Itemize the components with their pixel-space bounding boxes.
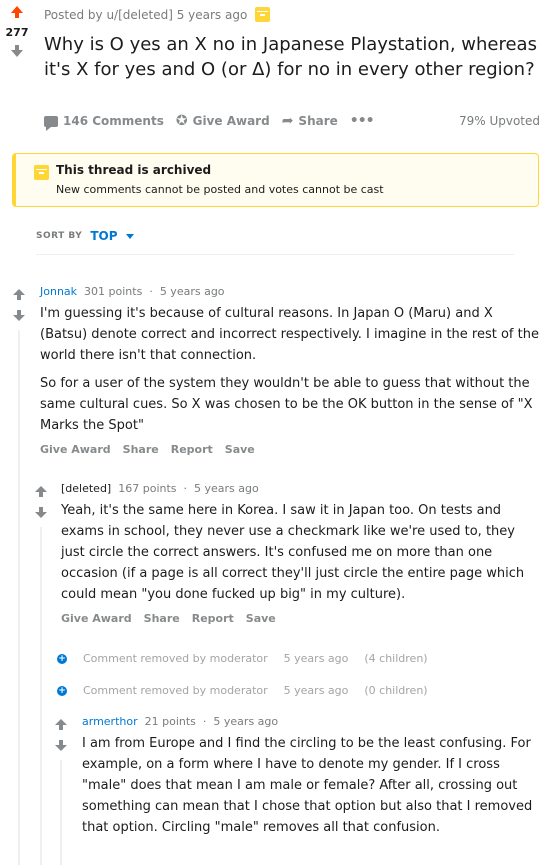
- comment-time[interactable]: 5 years ago: [194, 482, 259, 495]
- comment-body: I am from Europe and I find the circling…: [82, 733, 534, 838]
- comments-button[interactable]: 146 Comments: [44, 114, 164, 131]
- comment-vote-column: [12, 289, 26, 321]
- removed-time: 5 years ago: [283, 652, 349, 665]
- comment-author: [deleted]: [61, 482, 112, 495]
- comment-meta: Jonnak 301 points · 5 years ago: [40, 285, 225, 298]
- give-award-button[interactable]: ✪ Give Award: [176, 114, 270, 128]
- comment-icon: [44, 115, 58, 131]
- save-button[interactable]: Save: [246, 612, 276, 625]
- removed-text: Comment removed by moderator: [83, 684, 268, 697]
- divider: [36, 254, 514, 255]
- more-icon: •••: [349, 113, 375, 129]
- comment-meta: armerthor 21 points · 5 years ago: [82, 715, 278, 728]
- comment-author[interactable]: Jonnak: [40, 285, 77, 298]
- share-icon: ➦: [281, 113, 294, 129]
- upvote-arrow-stem[interactable]: [59, 725, 63, 730]
- give-award-label: Give Award: [192, 114, 270, 128]
- report-button[interactable]: Report: [171, 443, 213, 456]
- expand-icon[interactable]: +: [57, 685, 67, 696]
- upvote-arrow-icon[interactable]: [11, 6, 23, 13]
- comment-paragraph: I am from Europe and I find the circling…: [82, 736, 533, 835]
- comment-separator: ·: [149, 285, 153, 298]
- comment-separator: ·: [202, 715, 207, 728]
- comment-points: 301 points: [84, 285, 143, 298]
- upvote-arrow-stem[interactable]: [15, 13, 19, 18]
- share-label: Share: [298, 114, 338, 128]
- share-button[interactable]: ➦ Share: [282, 114, 338, 128]
- archived-title: This thread is archived: [56, 163, 212, 177]
- upvote-arrow-stem[interactable]: [17, 295, 21, 300]
- removed-text: Comment removed by moderator: [83, 652, 268, 665]
- thread-line[interactable]: [60, 760, 62, 865]
- comment-author[interactable]: armerthor: [82, 715, 138, 728]
- comment-actions: Give Award Share Report Save: [61, 612, 276, 625]
- removed-children: (4 children): [364, 652, 428, 665]
- sort-label: SORT BY: [36, 231, 83, 241]
- archived-text: New comments cannot be posted and votes …: [56, 183, 384, 196]
- comment-vote-column: [34, 486, 48, 518]
- post-action-bar: 146 Comments ✪ Give Award ➦ Share ••• 79…: [44, 112, 540, 131]
- post-meta: Posted by u/[deleted] 5 years ago: [44, 7, 271, 22]
- comment-paragraph: I'm guessing it's because of cultural re…: [40, 306, 539, 363]
- give-award-button[interactable]: Give Award: [61, 612, 132, 625]
- removed-comment[interactable]: + Comment removed by moderator 5 years a…: [57, 652, 428, 665]
- expand-icon[interactable]: +: [57, 653, 67, 664]
- comment-meta: [deleted] 167 points · 5 years ago: [61, 482, 259, 495]
- archived-banner: This thread is archived New comments can…: [12, 153, 539, 207]
- downvote-arrow-icon[interactable]: [13, 315, 25, 321]
- removed-children: (0 children): [364, 684, 428, 697]
- comment-paragraph: Yeah, it's the same here in Korea. I saw…: [61, 503, 525, 602]
- comment-separator: ·: [183, 482, 188, 495]
- share-button[interactable]: Share: [123, 443, 159, 456]
- removed-comment[interactable]: + Comment removed by moderator 5 years a…: [57, 684, 428, 697]
- post-meta-text: Posted by u/[deleted] 5 years ago: [44, 7, 248, 22]
- archive-icon: [255, 7, 271, 22]
- post-score: 277: [5, 26, 29, 39]
- save-button[interactable]: Save: [225, 443, 255, 456]
- downvote-arrow-icon[interactable]: [11, 50, 23, 57]
- report-button[interactable]: Report: [192, 612, 234, 625]
- thread-line[interactable]: [40, 527, 42, 865]
- comment-time[interactable]: 5 years ago: [160, 285, 225, 298]
- sort-dropdown[interactable]: SORT BY TOP: [36, 229, 134, 243]
- upvote-ratio: 79% Upvoted: [458, 114, 540, 128]
- comment-body: Yeah, it's the same here in Korea. I saw…: [61, 500, 531, 605]
- thread-line[interactable]: [18, 330, 20, 865]
- post-title: Why is O yes an X no in Japanese Playsta…: [44, 34, 537, 80]
- comment-time[interactable]: 5 years ago: [213, 715, 278, 728]
- comments-label: 146 Comments: [63, 114, 164, 128]
- share-button[interactable]: Share: [144, 612, 180, 625]
- sort-value: TOP: [90, 229, 118, 243]
- comment-actions: Give Award Share Report Save: [40, 443, 255, 456]
- comment-points: 21 points: [144, 715, 196, 728]
- award-icon: ✪: [175, 113, 188, 129]
- more-options-button[interactable]: •••: [349, 113, 375, 129]
- comment-body: I'm guessing it's because of cultural re…: [40, 303, 540, 436]
- comment-vote-column: [54, 719, 68, 751]
- comment-paragraph: So for a user of the system they wouldn'…: [40, 376, 533, 433]
- downvote-arrow-icon[interactable]: [35, 512, 47, 518]
- chevron-down-icon: [125, 233, 134, 239]
- downvote-arrow-icon[interactable]: [55, 745, 67, 751]
- archive-icon: [34, 165, 49, 180]
- comment-points: 167 points: [118, 482, 177, 495]
- upvote-arrow-stem[interactable]: [39, 492, 43, 497]
- post-vote-column: 277: [0, 6, 34, 57]
- give-award-button[interactable]: Give Award: [40, 443, 111, 456]
- removed-time: 5 years ago: [283, 684, 349, 697]
